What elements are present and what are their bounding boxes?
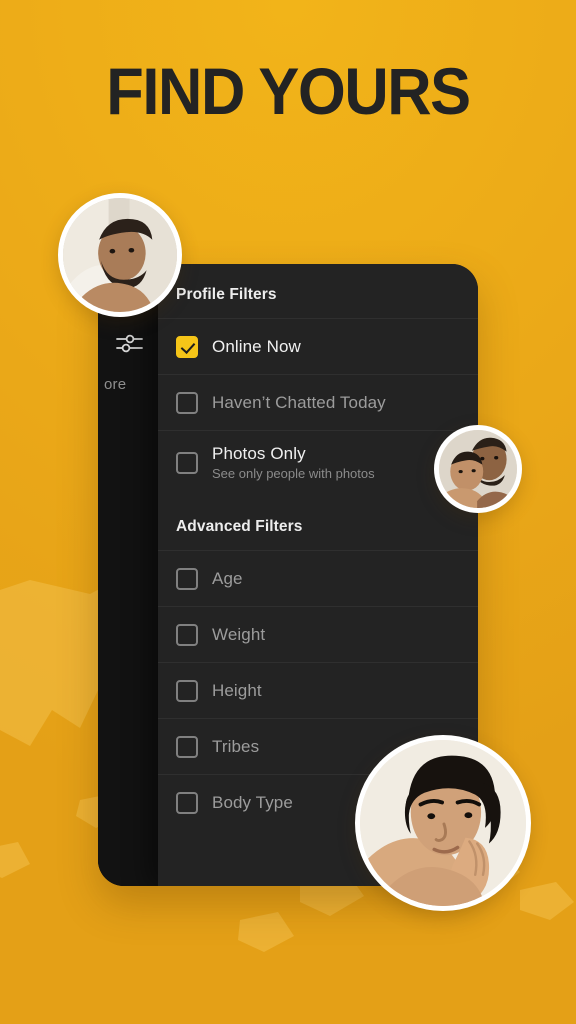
- section-title-advanced-filters: Advanced Filters: [176, 518, 303, 535]
- rail-label-explore[interactable]: ore: [104, 376, 126, 393]
- filter-row-texts: Age: [212, 569, 243, 589]
- filter-row-havent-chatted-today[interactable]: Haven’t Chatted Today: [158, 374, 478, 430]
- avatar-middle-right: [434, 425, 522, 513]
- filter-row-texts: Tribes: [212, 737, 259, 757]
- section-title-profile-filters: Profile Filters: [176, 286, 277, 303]
- left-nav-rail: ore: [98, 264, 160, 886]
- filter-row-photos-only[interactable]: Photos Only See only people with photos: [158, 430, 478, 494]
- checkbox-online-now[interactable]: [176, 335, 198, 358]
- filter-label: Photos Only: [212, 444, 306, 463]
- checkbox-weight[interactable]: [176, 623, 198, 646]
- filter-row-texts: Online Now: [212, 337, 301, 357]
- filter-label: Height: [212, 680, 262, 700]
- sliders-icon[interactable]: [112, 326, 146, 360]
- filter-label: Haven’t Chatted Today: [212, 392, 386, 412]
- filter-row-texts: Height: [212, 681, 262, 701]
- filter-label: Weight: [212, 624, 266, 644]
- checkbox-photos-only[interactable]: [176, 451, 198, 474]
- filter-label: Tribes: [212, 736, 260, 756]
- checkbox-tribes[interactable]: [176, 735, 198, 758]
- filter-row-online-now[interactable]: Online Now: [158, 318, 478, 374]
- filter-sublabel: See only people with photos: [212, 466, 375, 481]
- avatar-top-left: [58, 193, 182, 317]
- checkbox-body-type[interactable]: [176, 791, 198, 814]
- page-title: FIND YOURS: [106, 54, 471, 128]
- filter-row-height[interactable]: Height: [158, 662, 478, 718]
- checkbox-height[interactable]: [176, 679, 198, 702]
- filter-row-texts: Photos Only See only people with photos: [212, 444, 375, 481]
- filter-row-texts: Haven’t Chatted Today: [212, 393, 386, 413]
- filter-label: Online Now: [212, 336, 301, 356]
- checkbox-havent-chatted-today[interactable]: [176, 391, 198, 414]
- filter-label: Age: [212, 568, 243, 588]
- promo-screen: FIND YOURS ore Profile Filters Online No…: [0, 0, 576, 1024]
- filter-row-weight[interactable]: Weight: [158, 606, 478, 662]
- checkbox-age[interactable]: [176, 567, 198, 590]
- filter-label: Body Type: [212, 792, 293, 812]
- avatar-bottom-right: [355, 735, 531, 911]
- filter-row-age[interactable]: Age: [158, 550, 478, 606]
- filter-row-texts: Weight: [212, 625, 265, 645]
- filter-row-texts: Body Type: [212, 793, 293, 813]
